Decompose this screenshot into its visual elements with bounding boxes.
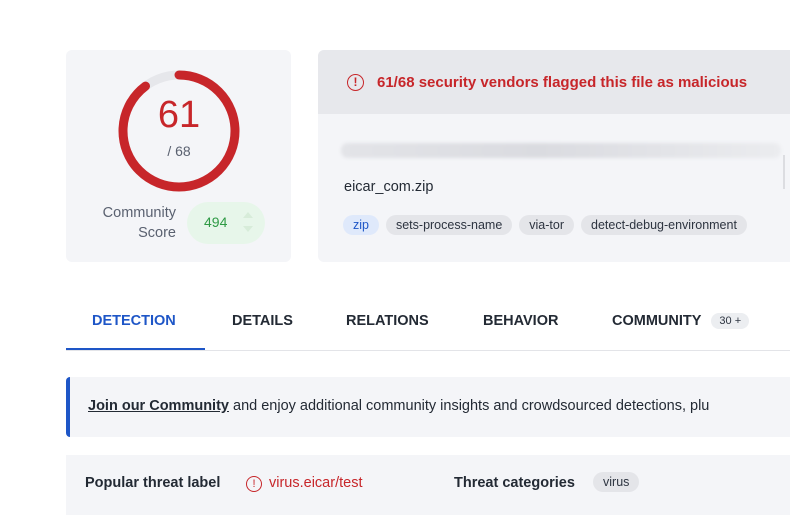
detection-total: / 68: [167, 143, 191, 159]
file-summary-card: ! 61/68 security vendors flagged this fi…: [318, 50, 790, 262]
tab-relations[interactable]: RELATIONS: [346, 292, 429, 350]
divider: [783, 155, 785, 189]
detection-count: 61: [157, 94, 201, 136]
threat-summary-row: Popular threat label ! virus.eicar/test …: [66, 455, 790, 515]
file-tag[interactable]: via-tor: [519, 215, 575, 235]
popular-threat-label-title: Popular threat label: [85, 475, 221, 491]
active-tab-indicator: [66, 348, 205, 350]
file-hash-redacted: [341, 143, 781, 158]
vote-down-icon[interactable]: [243, 226, 253, 232]
detection-score-card: 61 / 68 Community Score 494: [66, 50, 291, 262]
popular-threat-label-value[interactable]: virus.eicar/test: [269, 475, 362, 491]
alert-circle-icon: !: [246, 476, 262, 492]
tab-detection[interactable]: DETECTION: [92, 292, 176, 350]
threat-categories-title: Threat categories: [454, 475, 575, 491]
community-score-label: Community Score: [102, 205, 176, 241]
tab-details[interactable]: DETAILS: [232, 292, 293, 350]
vote-up-icon[interactable]: [243, 212, 253, 218]
alert-circle-icon: !: [347, 73, 364, 91]
join-community-banner: Join our Community and enjoy additional …: [66, 377, 790, 437]
community-score-badge: 494: [187, 202, 265, 244]
tab-behavior[interactable]: BEHAVIOR: [483, 292, 558, 350]
threat-category-tag[interactable]: virus: [593, 472, 640, 492]
community-count-badge: 30 +: [711, 313, 750, 329]
tab-community[interactable]: COMMUNITY 30 +: [612, 292, 750, 350]
join-community-link[interactable]: Join our Community: [88, 398, 229, 414]
file-tag[interactable]: zip: [343, 215, 379, 235]
file-name: eicar_com.zip: [344, 179, 434, 195]
tab-community-label: COMMUNITY: [612, 313, 702, 329]
join-community-message: Join our Community and enjoy additional …: [88, 398, 709, 414]
community-score-value: 494: [204, 214, 228, 230]
malicious-banner: ! 61/68 security vendors flagged this fi…: [318, 50, 790, 114]
file-tags: zip sets-process-name via-tor detect-debug-…: [343, 215, 747, 235]
file-tag[interactable]: sets-process-name: [385, 215, 513, 235]
malicious-banner-text: 61/68 security vendors flagged this file…: [377, 73, 748, 91]
join-community-text: and enjoy additional community insights …: [228, 398, 710, 414]
file-tag[interactable]: detect-debug-environment: [581, 215, 747, 235]
report-tabs: DETECTION DETAILS RELATIONS BEHAVIOR COM…: [66, 292, 790, 351]
